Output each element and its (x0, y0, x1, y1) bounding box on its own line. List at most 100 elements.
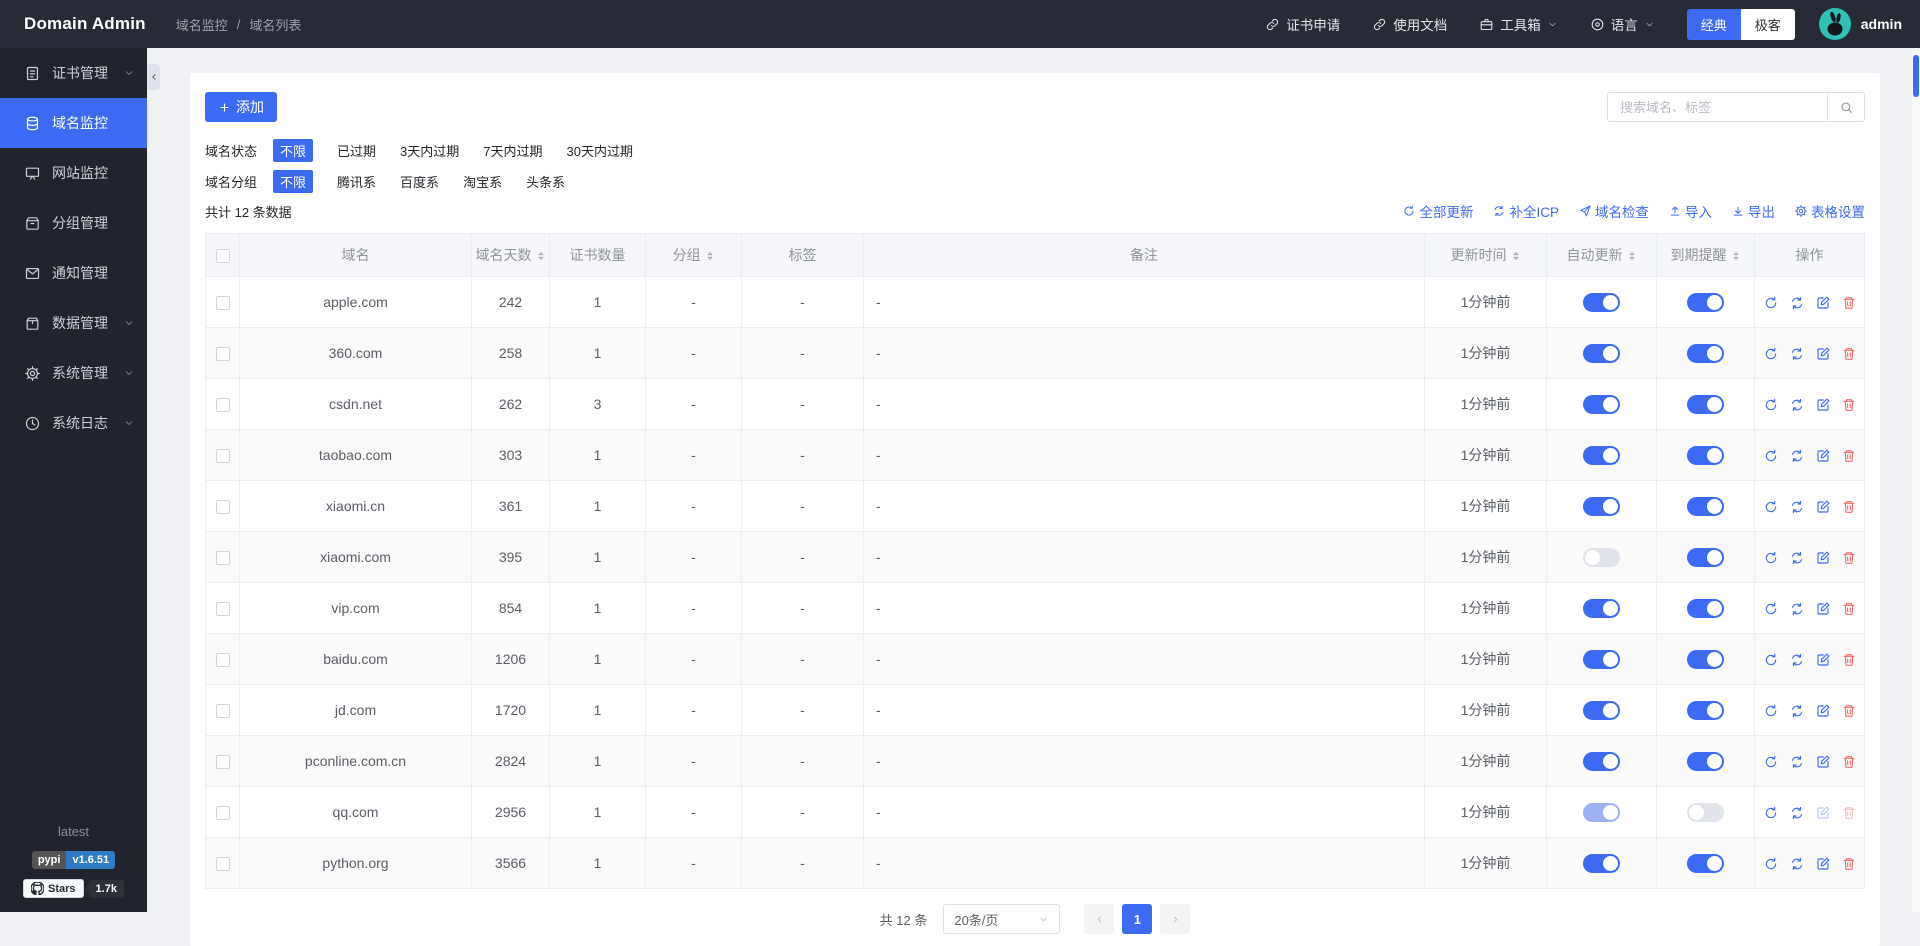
refresh-icon[interactable] (1763, 295, 1779, 311)
filter-option[interactable]: 不限 (273, 170, 314, 193)
fill-icp-link[interactable]: 补全ICP (1492, 201, 1559, 221)
expire-remind-toggle[interactable] (1687, 445, 1724, 465)
expire-remind-toggle[interactable] (1687, 751, 1724, 771)
refresh-icon[interactable] (1763, 397, 1779, 413)
filter-option[interactable]: 已过期 (337, 141, 376, 160)
theme-classic-button[interactable]: 经典 (1686, 8, 1741, 40)
row-checkbox[interactable] (215, 602, 230, 617)
refresh-icon[interactable] (1763, 652, 1779, 668)
page-1-button[interactable]: 1 (1122, 904, 1153, 934)
row-checkbox[interactable] (215, 500, 230, 515)
auto-update-toggle[interactable] (1583, 445, 1620, 465)
edit-icon[interactable] (1815, 397, 1831, 413)
refresh-icon[interactable] (1763, 754, 1779, 770)
sync-icon[interactable] (1789, 652, 1805, 668)
prev-page-button[interactable] (1084, 904, 1115, 934)
delete-icon[interactable] (1841, 499, 1857, 515)
expire-remind-toggle[interactable] (1687, 496, 1724, 516)
expire-remind-toggle[interactable] (1687, 343, 1724, 363)
sync-icon[interactable] (1789, 550, 1805, 566)
edit-icon[interactable] (1815, 346, 1831, 362)
row-checkbox[interactable] (215, 653, 230, 668)
filter-option[interactable]: 淘宝系 (463, 172, 502, 191)
delete-icon[interactable] (1841, 601, 1857, 617)
refresh-icon[interactable] (1763, 346, 1779, 362)
sync-icon[interactable] (1789, 346, 1805, 362)
auto-update-toggle[interactable] (1583, 343, 1620, 363)
expire-remind-toggle[interactable] (1687, 394, 1724, 414)
sidebar-collapse-handle[interactable] (147, 64, 160, 90)
filter-option[interactable]: 不限 (273, 139, 314, 162)
search-button[interactable] (1827, 93, 1864, 121)
page-size-select[interactable]: 20条/页 (943, 904, 1061, 934)
auto-update-toggle[interactable] (1583, 598, 1620, 618)
delete-icon[interactable] (1841, 652, 1857, 668)
table-settings-link[interactable]: 表格设置 (1794, 201, 1865, 221)
edit-icon[interactable] (1815, 754, 1831, 770)
filter-option[interactable]: 百度系 (400, 172, 439, 191)
row-checkbox[interactable] (215, 398, 230, 413)
refresh-icon[interactable] (1763, 601, 1779, 617)
edit-icon[interactable] (1815, 805, 1831, 821)
sync-icon[interactable] (1789, 601, 1805, 617)
sync-icon[interactable] (1789, 856, 1805, 872)
edit-icon[interactable] (1815, 550, 1831, 566)
export-link[interactable]: 导出 (1731, 201, 1775, 221)
sync-icon[interactable] (1789, 805, 1805, 821)
sidebar-item-system-logs[interactable]: 系统日志 (0, 398, 147, 448)
delete-icon[interactable] (1841, 703, 1857, 719)
refresh-icon[interactable] (1763, 550, 1779, 566)
filter-option[interactable]: 30天内过期 (567, 141, 633, 160)
row-checkbox[interactable] (215, 704, 230, 719)
auto-update-toggle[interactable] (1583, 496, 1620, 516)
delete-icon[interactable] (1841, 550, 1857, 566)
sync-icon[interactable] (1789, 499, 1805, 515)
filter-option[interactable]: 腾讯系 (337, 172, 376, 191)
auto-update-toggle[interactable] (1583, 394, 1620, 414)
cert-apply-link[interactable]: 证书申请 (1265, 14, 1340, 34)
github-stars-badge[interactable]: Stars 1.7k (0, 879, 147, 898)
auto-update-toggle[interactable] (1583, 751, 1620, 771)
add-domain-button[interactable]: 添加 (205, 92, 277, 122)
row-checkbox[interactable] (215, 806, 230, 821)
row-checkbox[interactable] (215, 755, 230, 770)
sort-caret-icon[interactable] (1511, 249, 1521, 263)
expire-remind-toggle[interactable] (1687, 547, 1724, 567)
row-checkbox[interactable] (215, 296, 230, 311)
auto-update-toggle[interactable] (1583, 649, 1620, 669)
sidebar-item-site-monitor[interactable]: 网站监控 (0, 148, 147, 198)
row-checkbox[interactable] (215, 449, 230, 464)
expire-remind-toggle[interactable] (1687, 292, 1724, 312)
filter-option[interactable]: 3天内过期 (400, 141, 459, 160)
sort-caret-icon[interactable] (705, 249, 715, 263)
auto-update-toggle[interactable] (1583, 547, 1620, 567)
toolbox-menu[interactable]: 工具箱 (1479, 14, 1558, 34)
pypi-version-badge[interactable]: pypi v1.6.51 (31, 851, 116, 869)
sort-caret-icon[interactable] (1731, 249, 1741, 263)
sidebar-item-data-manage[interactable]: 数据管理 (0, 298, 147, 348)
refresh-icon[interactable] (1763, 856, 1779, 872)
delete-icon[interactable] (1841, 754, 1857, 770)
expire-remind-toggle[interactable] (1687, 802, 1724, 822)
delete-icon[interactable] (1841, 805, 1857, 821)
sync-icon[interactable] (1789, 754, 1805, 770)
sort-caret-icon[interactable] (1627, 249, 1637, 263)
edit-icon[interactable] (1815, 652, 1831, 668)
filter-option[interactable]: 头条系 (526, 172, 565, 191)
column-header[interactable]: 自动更新 (1546, 233, 1657, 277)
expire-remind-toggle[interactable] (1687, 853, 1724, 873)
auto-update-toggle[interactable] (1583, 853, 1620, 873)
breadcrumb-domain-monitor[interactable]: 域名监控 (176, 15, 228, 34)
select-all-checkbox[interactable] (215, 249, 230, 264)
auto-update-toggle[interactable] (1583, 700, 1620, 720)
theme-geek-button[interactable]: 极客 (1740, 8, 1795, 40)
refresh-icon[interactable] (1763, 448, 1779, 464)
delete-icon[interactable] (1841, 856, 1857, 872)
column-header[interactable]: 分组 (645, 233, 742, 277)
sync-icon[interactable] (1789, 397, 1805, 413)
row-checkbox[interactable] (215, 857, 230, 872)
sync-icon[interactable] (1789, 295, 1805, 311)
expire-remind-toggle[interactable] (1687, 649, 1724, 669)
edit-icon[interactable] (1815, 448, 1831, 464)
column-header[interactable]: 域名天数 (471, 233, 550, 277)
